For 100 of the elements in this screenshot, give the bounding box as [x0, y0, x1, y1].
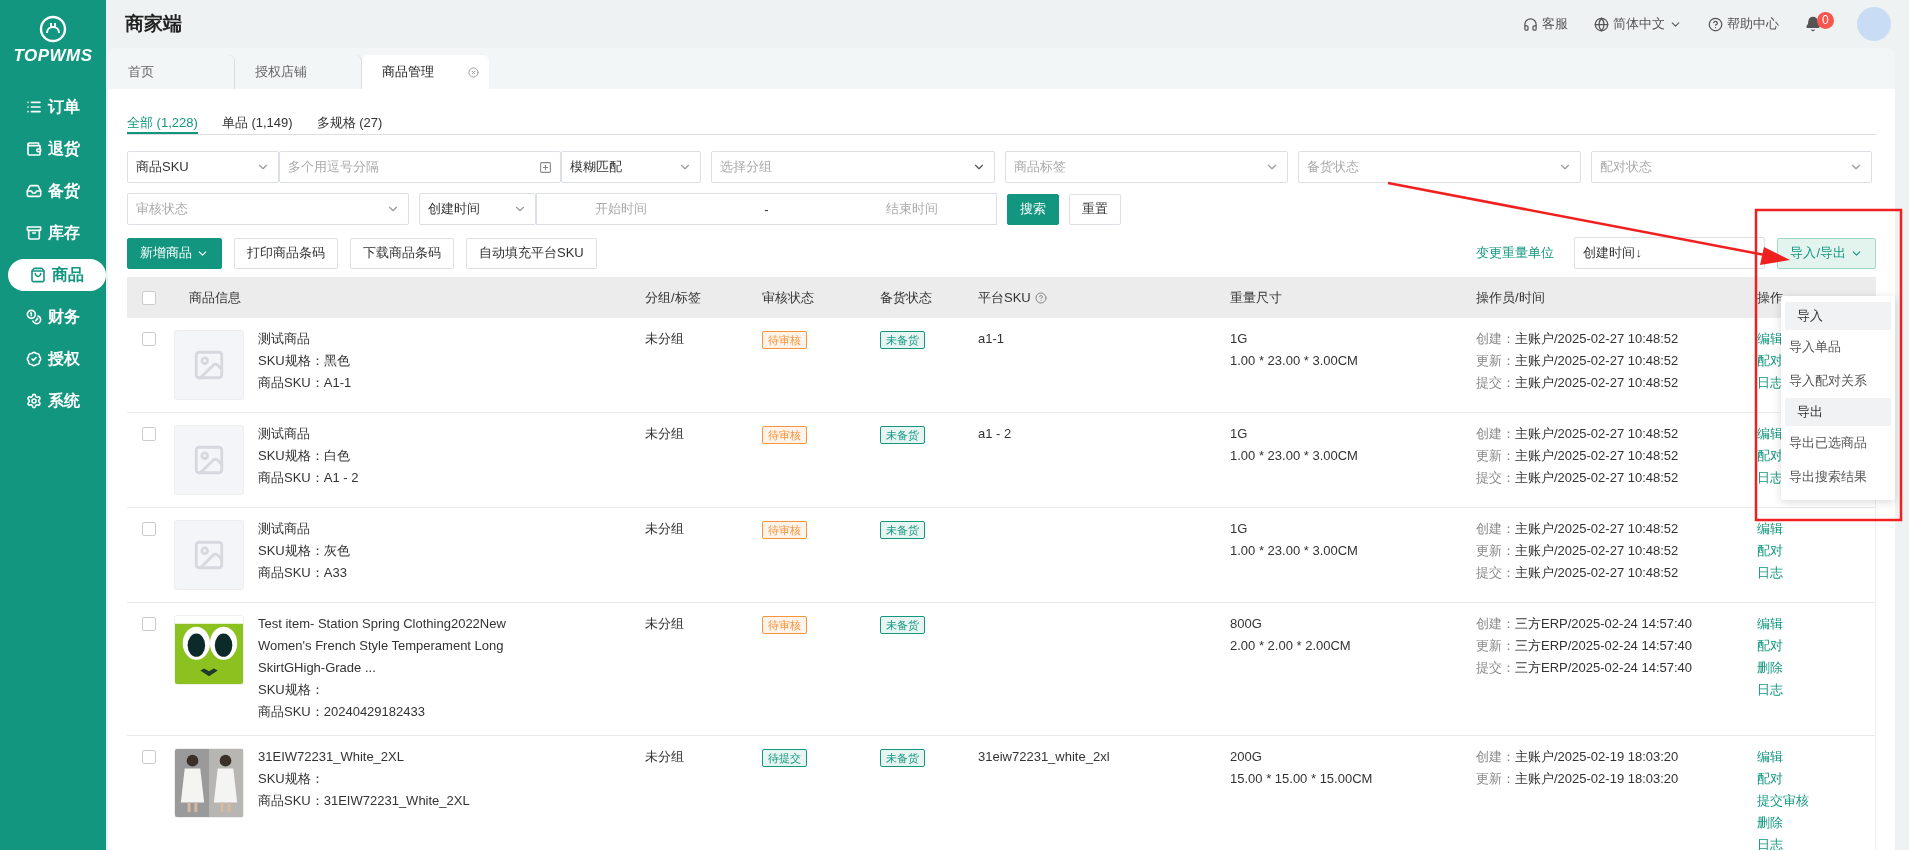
action-link[interactable]: 配对 — [1757, 350, 1783, 372]
column-header: 备货状态 — [880, 288, 933, 307]
close-icon[interactable] — [468, 66, 479, 78]
tag-select[interactable]: 商品标签 — [1005, 151, 1288, 183]
group-select[interactable]: 选择分组 — [711, 151, 995, 183]
import-export-button[interactable]: 导入/导出 — [1777, 237, 1876, 269]
select-all-checkbox[interactable] — [142, 290, 156, 305]
sku-type-select[interactable]: 商品SKU — [127, 151, 279, 183]
nav-item[interactable]: 系统 — [4, 385, 102, 417]
language-select[interactable]: 简体中文 — [1594, 15, 1682, 33]
menu-item[interactable]: 导入配对关系 — [1781, 364, 1895, 398]
wallet-icon — [26, 141, 42, 157]
nav-item[interactable]: 财务 — [4, 301, 102, 333]
menu-group-title: 导出 — [1785, 398, 1891, 426]
menu-item[interactable]: 导出搜索结果 — [1781, 460, 1895, 494]
reset-button[interactable]: 重置 — [1069, 193, 1121, 225]
menu-group-title: 导入 — [1785, 302, 1891, 330]
size-text: 2.00 * 2.00 * 2.00CM — [1230, 637, 1352, 655]
nav-item[interactable]: 退货 — [4, 133, 102, 165]
help-link[interactable]: 帮助中心 — [1708, 15, 1779, 33]
coins-icon — [26, 309, 42, 325]
nav-item[interactable]: 授权 — [4, 343, 102, 375]
menu-item[interactable]: 导出已选商品 — [1781, 426, 1895, 460]
action-link[interactable]: 日志 — [1757, 562, 1783, 584]
nav-item[interactable]: 库存 — [4, 217, 102, 249]
operator-log: 创建：主账户/2025-02-27 10:48:52 — [1476, 425, 1680, 443]
autofill-sku-button[interactable]: 自动填充平台SKU — [466, 237, 597, 269]
weight-text: 200G — [1230, 748, 1263, 766]
nav-item[interactable]: 订单 — [4, 91, 102, 123]
row-checkbox[interactable] — [142, 427, 156, 441]
nav-item[interactable]: 备货 — [4, 175, 102, 207]
operator-log: 提交：主账户/2025-02-27 10:48:52 — [1476, 564, 1680, 582]
stock-status-select[interactable]: 备货状态 — [1298, 151, 1581, 183]
platform-sku: 31eiw72231_white_2xl — [978, 748, 1111, 766]
product-sku: 商品SKU：31EIW72231_White_2XL — [258, 792, 471, 810]
badge-icon — [26, 351, 42, 367]
match-mode-select[interactable]: 模糊匹配 — [561, 151, 701, 183]
action-link[interactable]: 日志 — [1757, 679, 1783, 701]
row-checkbox[interactable] — [142, 522, 156, 536]
action-link[interactable]: 编辑 — [1757, 613, 1783, 635]
add-product-button[interactable]: 新增商品 — [127, 237, 222, 269]
pair-status-select[interactable]: 配对状态 — [1591, 151, 1872, 183]
action-link[interactable]: 配对 — [1757, 635, 1783, 657]
column-header: 商品信息 — [188, 288, 242, 307]
print-barcode-button[interactable]: 打印商品条码 — [234, 237, 338, 269]
filter-tab[interactable]: 全部 (1,228) — [127, 111, 198, 134]
group-text: 未分组 — [645, 615, 685, 633]
search-button[interactable]: 搜索 — [1007, 193, 1059, 225]
sort-select[interactable]: 创建时间↓ — [1574, 237, 1766, 269]
filter-tab[interactable]: 单品 (1,149) — [221, 111, 293, 134]
stock-status-tag: 未备货 — [880, 749, 925, 767]
download-barcode-button[interactable]: 下载商品条码 — [350, 237, 454, 269]
headset-icon — [1523, 16, 1538, 32]
action-link[interactable]: 配对 — [1757, 445, 1783, 467]
row-checkbox[interactable] — [142, 617, 156, 631]
weight-text: 1G — [1230, 425, 1249, 443]
menu-item[interactable]: 导入单品 — [1781, 330, 1895, 364]
action-link[interactable]: 配对 — [1757, 540, 1783, 562]
start-time-field[interactable]: 开始时间 — [595, 200, 648, 218]
range-separator: - — [764, 201, 769, 217]
action-link[interactable]: 编辑 — [1757, 423, 1783, 445]
weight-text: 1G — [1230, 330, 1249, 348]
time-type-select[interactable]: 创建时间 — [419, 193, 536, 225]
image-placeholder-icon — [192, 348, 226, 382]
sku-input[interactable]: 多个用逗号分隔 — [279, 151, 561, 183]
action-link[interactable]: 编辑 — [1757, 746, 1783, 768]
globe-icon — [1594, 16, 1609, 32]
row-checkbox[interactable] — [142, 332, 156, 346]
weight-unit-link[interactable]: 变更重量单位 — [1476, 244, 1555, 262]
weight-text: 1G — [1230, 520, 1249, 538]
bag-icon — [30, 267, 46, 283]
column-header: 审核状态 — [762, 288, 815, 307]
service-link[interactable]: 客服 — [1523, 15, 1568, 33]
bell-icon[interactable] — [1805, 16, 1821, 32]
product-title: Test item- Station Spring Clothing2022New Women's French Style Temperament Long SkirtGHigh-Grade ... — [258, 615, 507, 677]
column-header: 操作 — [1757, 288, 1784, 307]
page-tab[interactable]: 商品管理 — [362, 55, 489, 89]
row-checkbox[interactable] — [142, 750, 156, 764]
help-icon — [1708, 16, 1723, 32]
product-sku: 商品SKU：A1 - 2 — [258, 469, 360, 487]
stock-status-tag: 未备货 — [880, 616, 925, 634]
action-link[interactable]: 删除 — [1757, 812, 1783, 834]
action-link[interactable]: 日志 — [1757, 834, 1783, 850]
action-link[interactable]: 编辑 — [1757, 518, 1783, 540]
action-link[interactable]: 提交审核 — [1757, 790, 1809, 812]
product-sku: 商品SKU：A1-1 — [258, 374, 353, 392]
nav-item[interactable]: 商品 — [8, 259, 106, 291]
filter-tab[interactable]: 多规格 (27) — [316, 111, 383, 134]
action-link[interactable]: 删除 — [1757, 657, 1783, 679]
audit-status-select[interactable]: 审核状态 — [127, 193, 409, 225]
audit-status-tag: 待提交 — [762, 749, 807, 767]
logo-icon — [38, 14, 68, 44]
group-text: 未分组 — [645, 425, 685, 443]
action-link[interactable]: 配对 — [1757, 768, 1783, 790]
end-time-field[interactable]: 结束时间 — [885, 200, 938, 218]
action-link[interactable]: 编辑 — [1757, 328, 1783, 350]
avatar[interactable] — [1857, 7, 1891, 41]
inbox-icon — [26, 183, 42, 199]
size-text: 15.00 * 15.00 * 15.00CM — [1230, 770, 1374, 788]
product-spec: SKU规格： — [258, 681, 325, 699]
